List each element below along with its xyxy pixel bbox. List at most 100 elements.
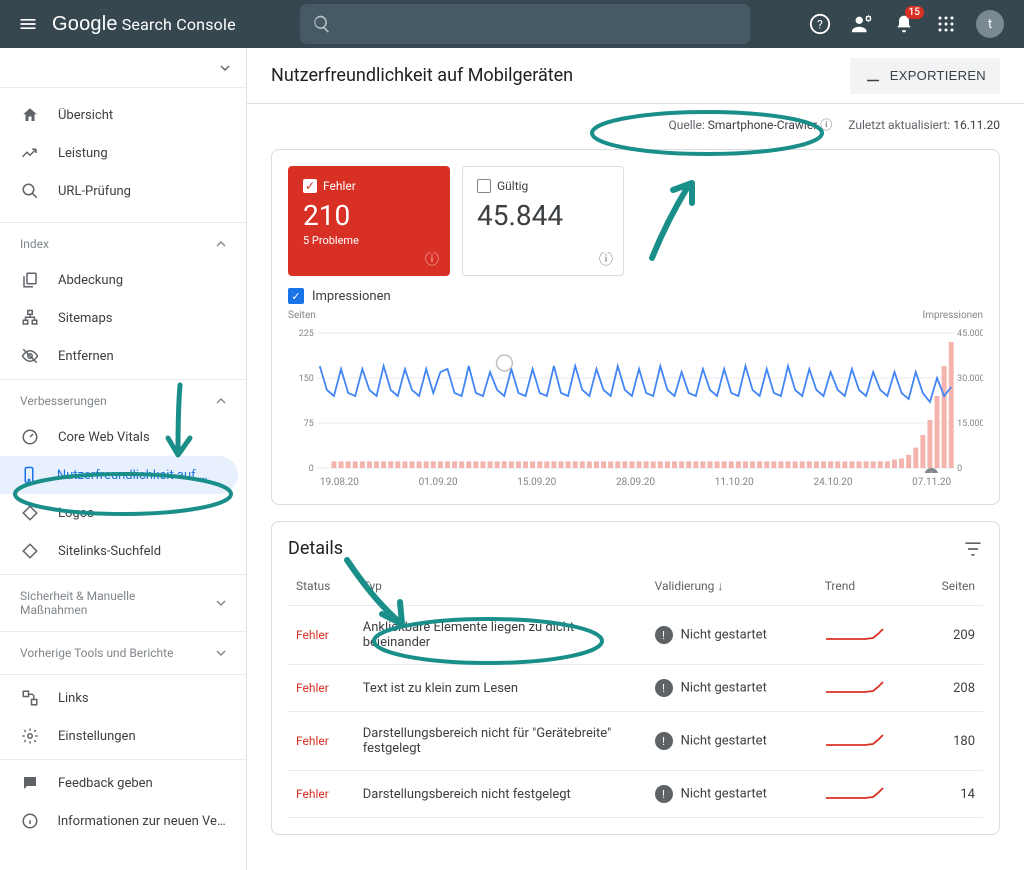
chevron-down-icon [216,598,226,608]
apps-icon[interactable] [934,12,958,36]
updated-value: 16.11.20 [953,118,1000,132]
menu-icon[interactable] [8,4,48,44]
svg-text:45.000: 45.000 [957,329,983,339]
svg-text:225: 225 [299,329,314,339]
chart-left-axis-label: Seiten [288,310,316,321]
issue-type: Darstellungsbereich nicht für "Gerätebre… [355,712,647,771]
source-value: Smartphone-Crawler [708,118,818,132]
pages-count: 209 [918,606,983,665]
stat-box-valid[interactable]: Gültig 45.844 ⓘ [462,166,624,276]
sidebar-item-removals[interactable]: Entfernen [0,337,246,375]
notifications-icon[interactable]: 15 [892,12,916,36]
svg-text:0: 0 [309,464,314,473]
search-input[interactable] [300,4,750,44]
table-row[interactable]: Fehler Text ist zu klein zum Lesen !Nich… [288,665,983,712]
feedback-icon [20,773,40,793]
pages-count: 180 [918,712,983,771]
details-title: Details [288,538,343,559]
help-icon[interactable]: ⓘ [820,118,832,132]
table-row[interactable]: Fehler Darstellungsbereich nicht für "Ge… [288,712,983,771]
impressions-toggle[interactable]: ✓ Impressionen [288,288,983,304]
filter-icon[interactable] [963,539,983,559]
details-card: Details Status Typ Validierung ↓ Trend S… [271,521,1000,835]
table-header-pages[interactable]: Seiten [918,567,983,606]
export-button[interactable]: EXPORTIEREN [850,58,1000,94]
sidebar-section-enhancements[interactable]: Verbesserungen [0,384,246,418]
stat-box-errors[interactable]: ✓Fehler 210 5 Probleme ⓘ [288,166,450,276]
sidebar-item-label: Einstellungen [58,729,136,744]
sidebar-item-new-version[interactable]: Informationen zur neuen Ver... [0,802,246,840]
sidebar: Übersicht Leistung URL-Prüfung Index Abd… [0,48,247,870]
sidebar-section-index[interactable]: Index [0,227,246,261]
sidebar-item-core-web-vitals[interactable]: Core Web Vitals [0,418,246,456]
validation-cell: !Nicht gestartet [647,712,817,771]
trend-cell [817,712,918,771]
pages-count: 14 [918,771,983,818]
gear-icon [20,726,40,746]
sidebar-item-performance[interactable]: Leistung [0,134,246,172]
trend-cell [817,606,918,665]
issue-type: Anklickbare Elemente liegen zu dicht bei… [355,606,647,665]
stat-value: 45.844 [477,199,609,232]
sidebar-item-overview[interactable]: Übersicht [0,96,246,134]
table-row[interactable]: Fehler Darstellungsbereich nicht festgel… [288,771,983,818]
sidebar-item-label: Abdeckung [58,273,123,288]
smartphone-icon [20,465,39,485]
sidebar-item-sitelinks[interactable]: Sitelinks-Suchfeld [0,532,246,570]
header-actions: ? 15 t [808,10,1016,38]
sidebar-item-mobile-usability[interactable]: Nutzerfreundlichkeit auf Mo... [0,456,238,494]
property-selector[interactable] [0,48,246,88]
exclamation-icon: ! [655,679,673,697]
table-header-status[interactable]: Status [288,567,355,606]
link-icon [20,688,40,708]
info-icon [20,811,39,831]
help-icon[interactable]: ⓘ [599,249,613,269]
search-icon [20,181,40,201]
table-header-trend[interactable]: Trend [817,567,918,606]
help-icon[interactable]: ? [808,12,832,36]
chevron-up-icon [216,396,226,406]
sidebar-item-logos[interactable]: Logos [0,494,246,532]
table-row[interactable]: Fehler Anklickbare Elemente liegen zu di… [288,606,983,665]
chart: Seiten Impressionen 225 150 75 0 [288,310,983,488]
help-icon[interactable]: ⓘ [425,249,439,269]
table-header-validation[interactable]: Validierung ↓ [647,567,817,606]
table-header-type[interactable]: Typ [355,567,647,606]
svg-text:i: i [930,471,932,473]
download-icon [864,67,882,85]
chevron-down-icon [216,648,226,658]
svg-text:75: 75 [304,419,314,429]
avatar[interactable]: t [976,10,1004,38]
logo-product-text: Search Console [122,15,236,34]
search-icon [312,14,332,34]
user-settings-icon[interactable] [850,12,874,36]
sidebar-item-links[interactable]: Links [0,679,246,717]
svg-text:0: 0 [957,464,962,473]
chart-marker [497,355,513,371]
sidebar-item-label: Sitemaps [58,311,113,326]
stat-label: Fehler [323,179,356,193]
sidebar-section-legacy[interactable]: Vorherige Tools und Berichte [0,636,246,670]
validation-cell: !Nicht gestartet [647,665,817,712]
exclamation-icon: ! [655,785,673,803]
sidebar-item-label: Sitelinks-Suchfeld [58,544,161,559]
sidebar-section-security[interactable]: Sicherheit & Manuelle Maßnahmen [0,579,246,627]
sidebar-item-settings[interactable]: Einstellungen [0,717,246,755]
sidebar-section-label: Sicherheit & Manuelle Maßnahmen [20,589,190,617]
product-logo[interactable]: Google Search Console [52,13,236,36]
status-badge: Fehler [296,628,329,642]
main-content: Nutzerfreundlichkeit auf Mobilgeräten EX… [247,48,1024,870]
stat-subtitle: 5 Probleme [303,234,435,247]
status-badge: Fehler [296,681,329,695]
exclamation-icon: ! [655,626,673,644]
sidebar-item-sitemaps[interactable]: Sitemaps [0,299,246,337]
meta-bar: Quelle: Smartphone-Crawler ⓘ Zuletzt akt… [247,104,1024,133]
sidebar-item-coverage[interactable]: Abdeckung [0,261,246,299]
sidebar-item-url-inspection[interactable]: URL-Prüfung [0,172,246,210]
chevron-up-icon [216,239,226,249]
stat-label: Gültig [497,179,528,193]
svg-text:15.000: 15.000 [957,419,983,429]
status-badge: Fehler [296,734,329,748]
page-header: Nutzerfreundlichkeit auf Mobilgeräten EX… [247,48,1024,104]
sidebar-item-feedback[interactable]: Feedback geben [0,764,246,802]
